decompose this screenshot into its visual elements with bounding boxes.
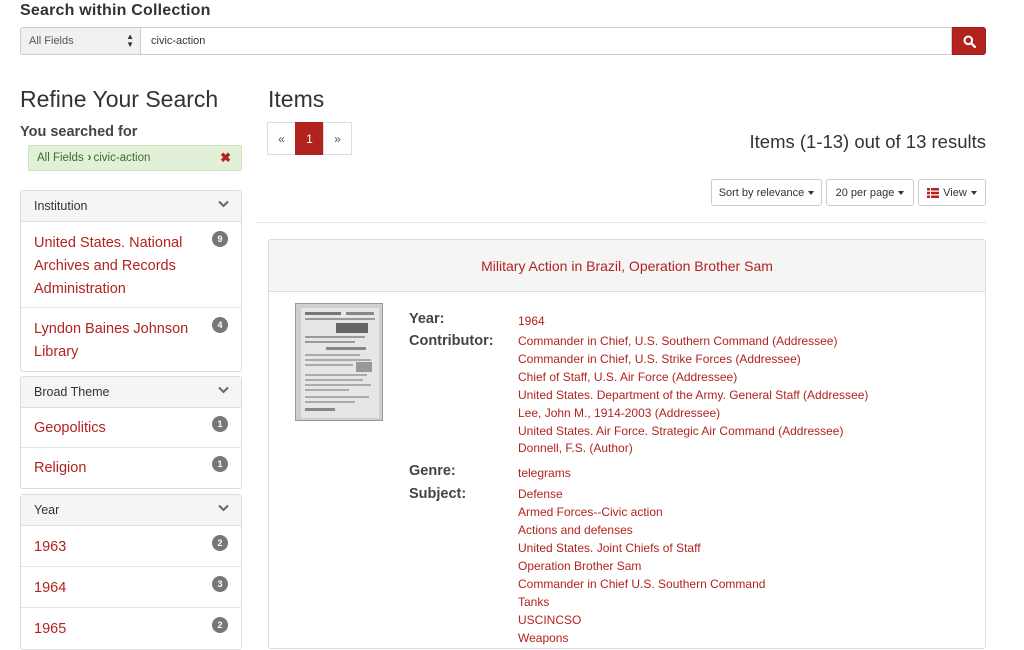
facet-year: Year 1963 2 1964 3 1965 2 — [20, 494, 242, 650]
meta-value-link[interactable]: Commander in Chief, U.S. Southern Comman… — [518, 333, 868, 351]
facet-item[interactable]: United States. National Archives and Rec… — [21, 222, 241, 308]
meta-value-link[interactable]: Operation Brother Sam — [518, 558, 765, 576]
facet-item-label[interactable]: Geopolitics — [34, 417, 201, 440]
subject-list: Defense Armed Forces--Civic action Actions… — [518, 485, 765, 647]
facet-item-count: 1 — [212, 456, 228, 472]
pagination-next[interactable]: » — [323, 122, 352, 155]
meta-value-link[interactable]: Donnell, F.S. (Author) — [518, 440, 868, 458]
document-thumbnail-image — [296, 304, 382, 420]
facet-item-label[interactable]: 1963 — [34, 536, 201, 559]
meta-value-link[interactable]: Defense — [518, 486, 765, 504]
facet-institution: Institution United States. National Arch… — [20, 190, 242, 372]
per-page-label: 20 per page — [835, 186, 895, 199]
sort-label: Sort by relevance — [718, 186, 805, 199]
chevron-down-icon — [218, 504, 229, 512]
facet-item-label[interactable]: 1965 — [34, 618, 201, 641]
items-title: Items — [268, 86, 325, 112]
meta-value-link[interactable]: United States. Air Force. Strategic Air … — [518, 423, 868, 441]
facet-item[interactable]: 1964 3 — [21, 567, 241, 608]
meta-value-link[interactable]: telegrams — [518, 465, 571, 483]
meta-value-link[interactable]: Actions and defenses — [518, 522, 765, 540]
facet-broad-theme: Broad Theme Geopolitics 1 Religion 1 — [20, 376, 242, 489]
facet-item-label[interactable]: 1964 — [34, 577, 201, 600]
facet-item[interactable]: 1965 2 — [21, 608, 241, 649]
facet-item[interactable]: Geopolitics 1 — [21, 408, 241, 448]
facet-item-count: 2 — [212, 617, 228, 633]
sort-dropdown[interactable]: Sort by relevance — [711, 179, 822, 206]
refine-title: Refine Your Search — [20, 86, 219, 112]
pagination: « 1 » — [267, 122, 352, 155]
search-constraint: All Fields › civic-action ✖ — [28, 145, 242, 171]
facet-item-count: 9 — [212, 231, 228, 247]
meta-value-link[interactable]: USCINCSO — [518, 612, 765, 630]
search-input[interactable]: civic-action — [140, 27, 952, 55]
meta-value-link[interactable]: Chief of Staff, U.S. Air Force (Addresse… — [518, 369, 868, 387]
meta-value-link[interactable]: Weapons — [518, 630, 765, 648]
facet-item-label[interactable]: United States. National Archives and Rec… — [34, 232, 201, 301]
caret-down-icon — [970, 190, 977, 195]
search-bar: All Fields ▲ ▼ civic-action — [20, 27, 986, 55]
search-button[interactable] — [952, 27, 986, 55]
divider — [255, 222, 986, 223]
meta-value-link[interactable]: Lee, John M., 1914-2003 (Addressee) — [518, 405, 868, 423]
facet-title: Institution — [34, 199, 88, 213]
meta-label: Subject: — [409, 486, 467, 503]
meta-value-link[interactable]: Tanks — [518, 594, 765, 612]
facet-item-count: 4 — [212, 317, 228, 333]
search-icon — [963, 35, 976, 48]
facet-item[interactable]: 1963 2 — [21, 526, 241, 567]
facet-item-label[interactable]: Lyndon Baines Johnson Library — [34, 318, 201, 364]
constraint-field: All Fields — [37, 152, 84, 164]
facet-item[interactable]: Religion 1 — [21, 448, 241, 488]
meta-row-contributor: Contributor: Commander in Chief, U.S. So… — [409, 332, 969, 458]
caret-down-icon — [808, 190, 815, 195]
meta-label: Contributor: — [409, 333, 494, 349]
facet-item[interactable]: Lyndon Baines Johnson Library 4 — [21, 308, 241, 371]
caret-down-icon — [898, 190, 905, 195]
facet-item-count: 1 — [212, 416, 228, 432]
result-title-link[interactable]: Military Action in Brazil, Operation Bro… — [481, 258, 773, 274]
meta-value-link[interactable]: United States. Department of the Army. G… — [518, 387, 868, 405]
meta-label: Genre: — [409, 463, 456, 480]
searched-for-label: You searched for — [20, 124, 138, 140]
meta-value-link[interactable]: 1964 — [518, 313, 545, 331]
constraint-value: civic-action — [93, 152, 151, 164]
result-card: Military Action in Brazil, Operation Bro… — [268, 239, 986, 649]
view-dropdown[interactable]: View — [918, 179, 986, 206]
search-field-value: All Fields — [29, 35, 74, 47]
chevron-down-icon — [218, 386, 229, 394]
pagination-current[interactable]: 1 — [295, 122, 324, 155]
search-field-select[interactable]: All Fields ▲ ▼ — [20, 27, 140, 55]
constraint-separator-icon: › — [87, 152, 92, 164]
facet-header-broad-theme[interactable]: Broad Theme — [21, 377, 241, 408]
facet-item-label[interactable]: Religion — [34, 457, 201, 480]
document-thumbnail[interactable] — [295, 303, 383, 421]
meta-row-year: Year: 1964 — [409, 310, 969, 332]
results-count: Items (1-13) out of 13 results — [749, 131, 987, 152]
meta-label: Year: — [409, 311, 445, 327]
meta-value-link[interactable]: Armed Forces--Civic action — [518, 504, 765, 522]
per-page-dropdown[interactable]: 20 per page — [826, 179, 914, 206]
meta-value-link[interactable]: Commander in Chief, U.S. Strike Forces (… — [518, 351, 868, 369]
pagination-prev[interactable]: « — [267, 122, 296, 155]
search-heading: Search within Collection — [20, 2, 211, 19]
meta-value-link[interactable]: United States. Joint Chiefs of Staff — [518, 540, 765, 558]
close-icon[interactable]: ✖ — [220, 150, 231, 166]
meta-row-subject: Subject: Defense Armed Forces--Civic acti… — [409, 485, 969, 647]
meta-row-genre: Genre: telegrams — [409, 462, 969, 484]
chevron-down-icon — [218, 200, 229, 208]
facet-item-count: 2 — [212, 535, 228, 551]
facet-header-institution[interactable]: Institution — [21, 191, 241, 222]
facet-item-count: 3 — [212, 576, 228, 592]
result-title-bar: Military Action in Brazil, Operation Bro… — [269, 240, 985, 292]
result-metadata: Year: 1964 Contributor: Commander in Chi… — [409, 310, 969, 648]
select-arrows-icon: ▲ ▼ — [126, 32, 134, 49]
contributor-list: Commander in Chief, U.S. Southern Comman… — [518, 332, 868, 458]
facet-title: Broad Theme — [34, 385, 110, 399]
view-label: View — [943, 186, 967, 199]
list-icon — [927, 187, 940, 198]
meta-value-link[interactable]: Commander in Chief U.S. Southern Command — [518, 576, 765, 594]
facet-title: Year — [34, 503, 60, 517]
facet-header-year[interactable]: Year — [21, 495, 241, 526]
